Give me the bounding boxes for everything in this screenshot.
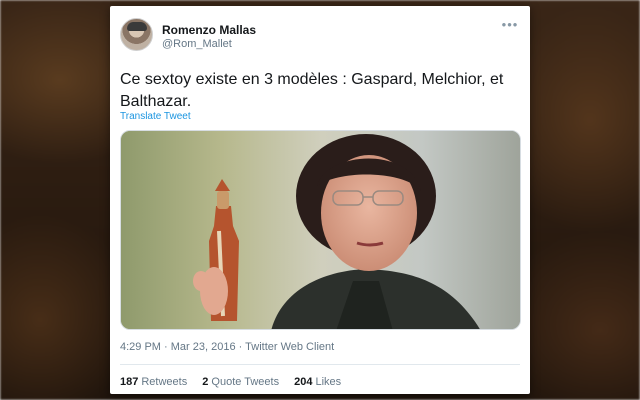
quote-tweets-label: Quote Tweets	[211, 376, 280, 388]
photo-illustration	[121, 131, 520, 329]
likes-label: Likes	[315, 376, 342, 388]
retweets-label: Retweets	[141, 376, 188, 388]
retweets-stat[interactable]: 187 Retweets	[120, 376, 187, 388]
likes-count: 204	[294, 376, 313, 388]
quote-tweets-count: 2	[202, 376, 209, 388]
tweet-card: Romenzo Mallas @Rom_Mallet ••• Ce sextoy…	[110, 6, 530, 394]
author-handle[interactable]: @Rom_Mallet	[162, 38, 232, 50]
translate-tweet-link[interactable]: Translate Tweet	[120, 111, 191, 122]
tweet-photo[interactable]	[120, 130, 521, 330]
tweet-timestamp[interactable]: 4:29 PM · Mar 23, 2016 · Twitter Web Cli…	[120, 341, 334, 353]
more-dots-icon[interactable]: •••	[500, 18, 520, 34]
quote-tweets-stat[interactable]: 2 Quote Tweets	[202, 376, 279, 388]
avatar[interactable]	[120, 18, 153, 51]
tweet-header: Romenzo Mallas @Rom_Mallet •••	[120, 14, 520, 54]
stats-divider	[120, 364, 520, 365]
tweet-stats: 187 Retweets 2 Quote Tweets 204 Likes	[120, 376, 353, 388]
likes-stat[interactable]: 204 Likes	[294, 376, 341, 388]
author-name[interactable]: Romenzo Mallas	[162, 23, 256, 37]
tweet-text: Ce sextoy existe en 3 modèles : Gaspard,…	[120, 71, 504, 110]
retweets-count: 187	[120, 376, 139, 388]
